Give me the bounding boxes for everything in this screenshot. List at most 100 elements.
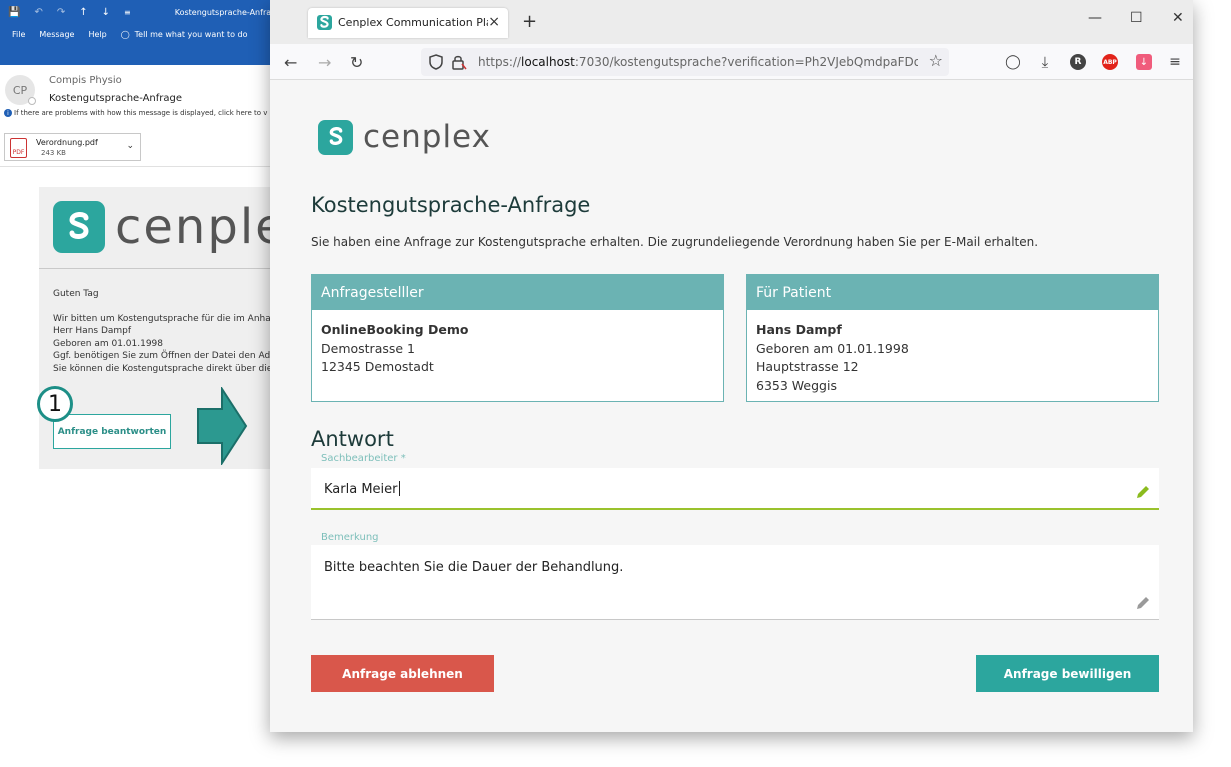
attachment-chip[interactable]: PDF Verordnung.pdf 243 KB ⌄ bbox=[4, 133, 141, 161]
cenplex-logo-icon bbox=[53, 201, 105, 253]
header-divider bbox=[0, 166, 280, 167]
mail-greeting: Guten Tag bbox=[53, 289, 99, 299]
message-subject: Kostengutsprache-Anfrage bbox=[49, 93, 183, 104]
cenplex-logo-icon bbox=[318, 119, 353, 155]
ribbon-tab-help[interactable]: Help bbox=[88, 30, 106, 39]
display-warning[interactable]: i If there are problems with how this me… bbox=[4, 109, 267, 117]
attachment-name: Verordnung.pdf bbox=[36, 138, 98, 147]
outlook-quick-access-toolbar: 💾 ↶ ↷ ↑ ↓ ≡ Kostengutsprache-Anfrage bbox=[0, 0, 280, 25]
close-window-icon[interactable]: ✕ bbox=[1172, 10, 1184, 26]
sender-name[interactable]: Compis Physio bbox=[49, 75, 122, 86]
avatar-initials: CP bbox=[12, 83, 28, 97]
save-icon[interactable]: 💾 bbox=[8, 7, 20, 18]
mail-divider bbox=[39, 268, 280, 269]
menu-hamburger-icon[interactable]: ≡ bbox=[1167, 54, 1183, 70]
clerk-label: Sachbearbeiter * bbox=[321, 453, 406, 464]
mail-line: Sie können die Kostengutsprache direkt ü… bbox=[53, 363, 277, 374]
pocket-icon[interactable]: ◯ bbox=[1005, 54, 1021, 70]
tracking-shield-icon[interactable] bbox=[429, 54, 443, 70]
redo-icon[interactable]: ↷ bbox=[57, 7, 65, 18]
url-text: https://localhost:7030/kostengutsprache?… bbox=[478, 55, 918, 69]
minimize-icon[interactable]: — bbox=[1088, 10, 1102, 26]
logo-text: cenplex bbox=[363, 119, 491, 155]
url-path: :7030/kostengutsprache?verification=Ph2V… bbox=[574, 55, 918, 69]
patient-name: Hans Dampf bbox=[756, 322, 842, 337]
undo-icon[interactable]: ↶ bbox=[34, 7, 42, 18]
reload-icon[interactable]: ↻ bbox=[350, 53, 363, 72]
answer-request-button[interactable]: Anfrage beantworten bbox=[53, 414, 171, 449]
down-arrow-icon[interactable]: ↓ bbox=[102, 7, 110, 18]
adblock-plus-icon[interactable]: ABP bbox=[1102, 54, 1118, 70]
remark-value: Bitte beachten Sie die Dauer der Behandl… bbox=[324, 560, 624, 575]
pencil-icon bbox=[1137, 597, 1149, 609]
ribbon-tab-file[interactable]: File bbox=[12, 30, 25, 39]
address-bar[interactable]: https://localhost:7030/kostengutsprache?… bbox=[421, 48, 949, 76]
clerk-input-value: Karla Meier bbox=[324, 481, 400, 497]
patient-city: 6353 Weggis bbox=[756, 377, 837, 393]
decline-request-button[interactable]: Anfrage ablehnen bbox=[311, 655, 494, 692]
extension-save-icon[interactable]: ↓ bbox=[1136, 54, 1152, 70]
pdf-file-icon: PDF bbox=[10, 138, 27, 158]
mail-logo: cenple bbox=[53, 199, 280, 255]
page-title: Kostengutsprache-Anfrage bbox=[311, 193, 591, 217]
maximize-icon[interactable]: ☐ bbox=[1130, 10, 1143, 26]
lock-icon[interactable] bbox=[451, 54, 467, 70]
forward-icon[interactable]: → bbox=[318, 53, 331, 72]
sender-avatar[interactable]: CP bbox=[5, 75, 36, 105]
patient-details: Hans Dampf Geboren am 01.01.1998 Hauptst… bbox=[747, 310, 1158, 406]
step-number-badge: 1 bbox=[37, 386, 73, 422]
answer-heading: Antwort bbox=[311, 427, 394, 451]
lightbulb-icon: ◯ bbox=[120, 29, 130, 39]
bookmark-star-icon[interactable]: ☆ bbox=[929, 51, 943, 70]
back-icon[interactable]: ← bbox=[284, 53, 297, 72]
remark-label: Bemerkung bbox=[321, 532, 379, 543]
pencil-icon bbox=[1137, 486, 1149, 498]
close-tab-icon[interactable]: × bbox=[488, 14, 500, 30]
customize-icon[interactable]: ≡ bbox=[124, 8, 131, 17]
tell-me-box[interactable]: ◯ Tell me what you want to do bbox=[121, 30, 248, 39]
chevron-down-icon[interactable]: ⌄ bbox=[126, 141, 134, 151]
mail-logo-text: cenple bbox=[115, 199, 280, 255]
page-intro: Sie haben eine Anfrage zur Kostengutspra… bbox=[311, 235, 1039, 249]
remark-textarea[interactable]: Bitte beachten Sie die Dauer der Behandl… bbox=[311, 545, 1159, 620]
url-host: localhost bbox=[521, 55, 575, 69]
requester-details: OnlineBooking Demo Demostrasse 1 12345 D… bbox=[312, 310, 723, 388]
clerk-input[interactable]: Karla Meier bbox=[311, 468, 1159, 510]
presence-icon bbox=[28, 97, 36, 105]
outlook-window: 💾 ↶ ↷ ↑ ↓ ≡ Kostengutsprache-Anfrage Fil… bbox=[0, 0, 280, 767]
approve-request-button[interactable]: Anfrage bewilligen bbox=[976, 655, 1159, 692]
mail-line: Herr Hans Dampf bbox=[53, 326, 132, 336]
browser-toolbar: ← → ↻ https://localhost:7030/kostengutsp… bbox=[270, 44, 1193, 80]
patient-heading: Für Patient bbox=[747, 275, 1158, 310]
cenplex-logo: cenplex bbox=[318, 119, 491, 155]
requester-city: 12345 Demostadt bbox=[321, 359, 434, 374]
browser-tab-strip: Cenplex Communication Platfo × + — ☐ ✕ bbox=[270, 0, 1193, 44]
requester-street: Demostrasse 1 bbox=[321, 340, 415, 356]
patient-birthdate: Geboren am 01.01.1998 bbox=[756, 340, 909, 356]
requester-card: Anfragestelller OnlineBooking Demo Demos… bbox=[311, 274, 724, 402]
mail-line: Geboren am 01.01.1998 bbox=[53, 338, 164, 349]
requester-heading: Anfragestelller bbox=[312, 275, 723, 310]
url-scheme: https:// bbox=[478, 55, 522, 69]
download-icon[interactable]: ⤓ bbox=[1037, 53, 1053, 71]
browser-tab-cenplex[interactable]: Cenplex Communication Platfo × bbox=[308, 8, 508, 38]
browser-window: Cenplex Communication Platfo × + — ☐ ✕ ←… bbox=[270, 0, 1193, 732]
requester-name: OnlineBooking Demo bbox=[321, 322, 469, 337]
mail-line: Wir bitten um Kostengutsprache für die i… bbox=[53, 313, 277, 324]
attachment-size: 243 KB bbox=[41, 149, 66, 157]
outlook-window-title: Kostengutsprache-Anfrage bbox=[174, 8, 280, 17]
screenshot-root: 💾 ↶ ↷ ↑ ↓ ≡ Kostengutsprache-Anfrage Fil… bbox=[0, 0, 1231, 767]
ribbon-tab-message[interactable]: Message bbox=[39, 30, 74, 39]
mail-line: Ggf. benötigen Sie zum Öffnen der Datei … bbox=[53, 351, 276, 361]
right-arrow-icon bbox=[197, 387, 248, 465]
text-cursor bbox=[398, 481, 400, 496]
display-warning-text: If there are problems with how this mess… bbox=[14, 109, 268, 117]
tell-me-text: Tell me what you want to do bbox=[134, 29, 248, 39]
patient-card: Für Patient Hans Dampf Geboren am 01.01.… bbox=[746, 274, 1159, 402]
new-tab-icon[interactable]: + bbox=[522, 11, 537, 32]
profile-avatar-icon[interactable]: R bbox=[1070, 54, 1086, 70]
info-icon: i bbox=[4, 109, 12, 117]
up-arrow-icon[interactable]: ↑ bbox=[79, 7, 87, 18]
tab-title: Cenplex Communication Platfo bbox=[338, 16, 488, 29]
clerk-value-text: Karla Meier bbox=[324, 482, 398, 497]
